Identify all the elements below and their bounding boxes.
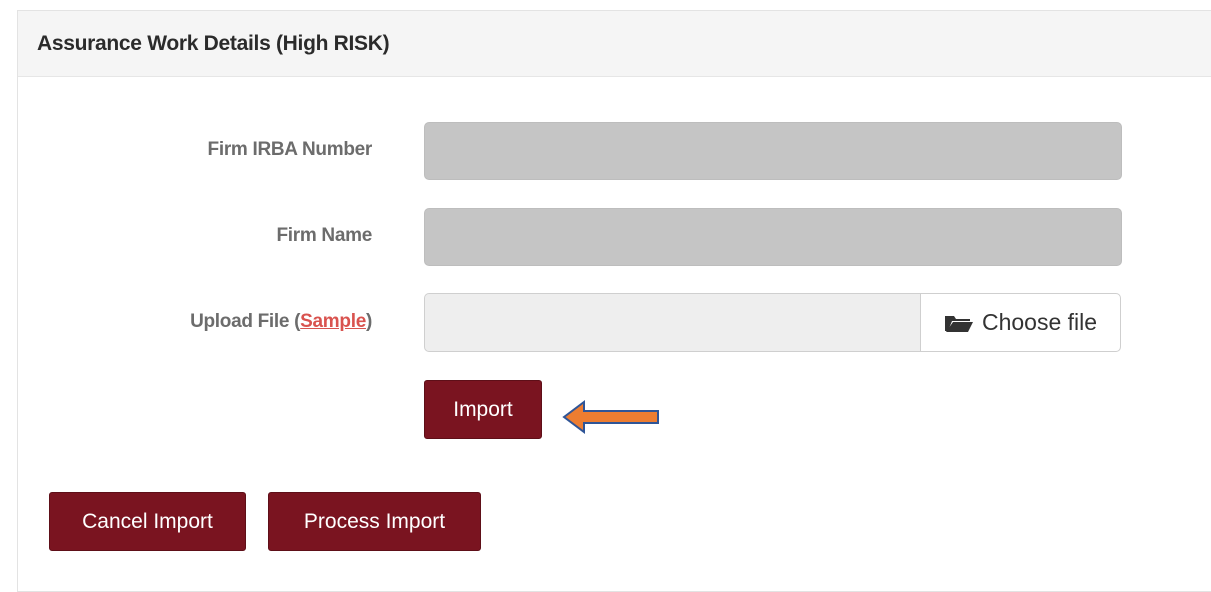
firm-name-input [424, 208, 1122, 266]
sample-link[interactable]: Sample [300, 311, 366, 332]
panel-title: Assurance Work Details (High RISK) [37, 31, 390, 55]
folder-open-icon [944, 315, 973, 332]
choose-file-button[interactable]: Choose file [920, 293, 1121, 352]
cancel-import-button[interactable]: Cancel Import [49, 492, 246, 551]
upload-label-suffix: ) [365, 311, 372, 332]
firm-irba-number-input [424, 122, 1122, 180]
firm-name-label: Firm Name [276, 225, 372, 246]
annotation-arrow-icon [562, 400, 659, 434]
upload-label-prefix: Upload File ( [190, 311, 301, 332]
firm-irba-number-label: Firm IRBA Number [207, 139, 373, 160]
panel-heading: Assurance Work Details (High RISK) [18, 11, 1211, 77]
file-name-field[interactable] [424, 293, 920, 352]
process-import-button[interactable]: Process Import [268, 492, 481, 551]
import-button[interactable]: Import [424, 380, 542, 439]
choose-file-label: Choose file [981, 309, 1098, 335]
file-upload-group: Choose file [424, 293, 1121, 352]
upload-file-label: Upload File (Sample) [120, 311, 372, 333]
